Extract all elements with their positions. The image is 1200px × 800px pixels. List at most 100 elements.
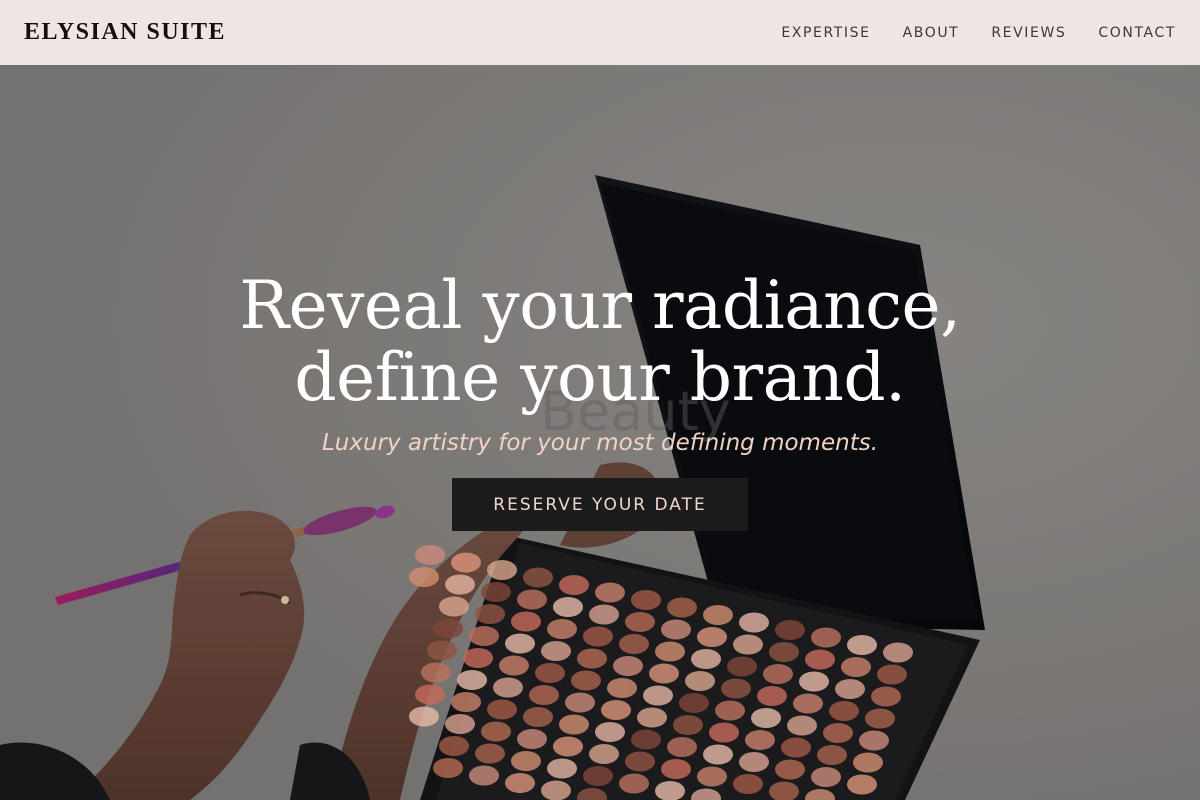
eyeshadow-pan — [697, 627, 727, 647]
eyeshadow-pan — [601, 700, 631, 720]
hero-content: Reveal your radiance, define your brand.… — [0, 270, 1200, 531]
eyeshadow-pan — [589, 744, 619, 764]
eyeshadow-pan — [619, 634, 649, 654]
eyeshadow-pan — [511, 611, 541, 632]
eyeshadow-pan — [877, 664, 907, 685]
eyeshadow-pan — [517, 729, 547, 749]
eyeshadow-pan — [745, 730, 775, 750]
eyeshadow-pan — [721, 678, 751, 699]
eyeshadow-pan — [439, 596, 469, 617]
eyeshadow-pan — [703, 605, 733, 625]
hero-title: Reveal your radiance, define your brand. — [0, 270, 1200, 414]
eyeshadow-pan — [547, 758, 577, 779]
eyeshadow-pan — [607, 678, 637, 698]
nav-link-reviews[interactable]: REVIEWS — [991, 25, 1066, 41]
eyeshadow-pan — [481, 721, 511, 742]
eyeshadow-pan — [427, 640, 457, 661]
eyeshadow-pan — [433, 758, 463, 778]
eyeshadow-pan — [475, 604, 505, 624]
eyeshadow-pan — [457, 670, 487, 690]
eyeshadow-pan — [847, 635, 877, 655]
eyeshadow-pan — [805, 649, 835, 670]
eyeshadow-pan — [709, 722, 739, 743]
eyeshadow-pan — [541, 641, 571, 661]
eyeshadow-pan — [739, 752, 769, 772]
eyeshadow-pan — [493, 677, 523, 698]
eyeshadow-pan — [445, 714, 475, 734]
hero-title-line-2: define your brand. — [294, 339, 906, 416]
eyeshadow-pan — [631, 729, 661, 750]
eyeshadow-pan — [823, 723, 853, 743]
eyeshadow-pan — [829, 701, 859, 721]
eyeshadow-pan — [523, 567, 553, 588]
eyeshadow-pan — [505, 773, 535, 793]
eyeshadow-pan — [703, 744, 733, 765]
eyeshadow-pan — [553, 597, 583, 617]
eyeshadow-pan — [637, 707, 667, 728]
eyeshadow-pan — [589, 604, 619, 625]
eyeshadow-pan — [727, 656, 757, 677]
eyeshadow-pan — [655, 641, 685, 662]
eyeshadow-pan — [625, 612, 655, 632]
eyeshadow-pan — [649, 663, 679, 684]
eyeshadow-pan — [799, 671, 829, 692]
eyeshadow-pan — [793, 693, 823, 714]
eyeshadow-pan — [673, 715, 703, 735]
eyeshadow-pan — [583, 766, 613, 786]
eyeshadow-pan — [547, 619, 577, 639]
eyeshadow-pan — [523, 707, 553, 727]
eyeshadow-pan — [451, 692, 481, 712]
eyeshadow-pan — [691, 649, 721, 669]
hero-title-line-1: Reveal your radiance, — [239, 267, 961, 344]
eyeshadow-pan — [691, 788, 721, 800]
eyeshadow-pan — [625, 751, 655, 772]
eyeshadow-pan — [613, 656, 643, 676]
eyeshadow-pan — [499, 655, 529, 676]
site-logo[interactable]: ELYSIAN SUITE — [24, 19, 226, 46]
eyeshadow-pan — [439, 736, 469, 756]
eyeshadow-pan — [415, 684, 445, 705]
eyeshadow-pan — [619, 773, 649, 794]
eyeshadow-pan — [733, 774, 763, 794]
eyeshadow-pan — [469, 765, 499, 786]
eyeshadow-pan — [865, 708, 895, 729]
eyeshadow-pan — [517, 589, 547, 610]
eyeshadow-pan — [871, 686, 901, 707]
eyeshadow-pan — [667, 737, 697, 757]
eyeshadow-pan — [661, 619, 691, 640]
eyeshadow-pan — [883, 642, 913, 663]
eyeshadow-pan — [451, 552, 481, 573]
eyeshadow-pan — [577, 788, 607, 800]
hero-subtitle: Luxury artistry for your most defining m… — [321, 430, 879, 456]
eyeshadow-pan — [739, 612, 769, 633]
eyeshadow-pan — [409, 706, 439, 727]
eyeshadow-pan — [505, 633, 535, 654]
eyeshadow-pan — [733, 634, 763, 655]
eyeshadow-pan — [679, 693, 709, 713]
eyeshadow-pan — [535, 663, 565, 683]
eyeshadow-pan — [643, 685, 673, 706]
eyeshadow-pan — [541, 780, 571, 800]
eyeshadow-pan — [595, 582, 625, 603]
eyeshadow-pan — [859, 730, 889, 751]
eyeshadow-pan — [487, 699, 517, 720]
reserve-date-button[interactable]: RESERVE YOUR DATE — [452, 478, 748, 531]
hero-section: Beauty Reveal your radiance, define your… — [0, 65, 1200, 800]
main-nav: EXPERTISE ABOUT REVIEWS CONTACT — [781, 25, 1176, 41]
site-header: ELYSIAN SUITE EXPERTISE ABOUT REVIEWS CO… — [0, 0, 1200, 65]
eyeshadow-pan — [577, 648, 607, 669]
eyeshadow-pan — [433, 618, 463, 639]
eyeshadow-pan — [565, 692, 595, 713]
eyeshadow-pan — [487, 560, 517, 580]
eyeshadow-pan — [571, 670, 601, 691]
eyeshadow-pan — [511, 751, 541, 771]
nav-link-about[interactable]: ABOUT — [903, 25, 960, 41]
nav-link-contact[interactable]: CONTACT — [1098, 25, 1176, 41]
eyeshadow-pan — [853, 752, 883, 773]
eyeshadow-pan — [475, 743, 505, 764]
eyeshadow-pan — [769, 781, 799, 800]
eyeshadow-pan — [685, 671, 715, 691]
eyeshadow-pan — [661, 759, 691, 779]
nav-link-expertise[interactable]: EXPERTISE — [781, 25, 870, 41]
eyeshadow-pan — [775, 759, 805, 780]
